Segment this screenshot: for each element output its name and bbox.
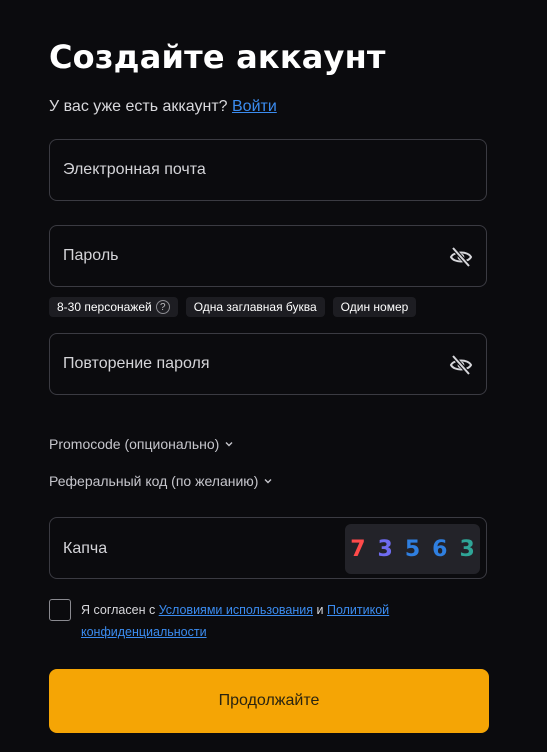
password-field-box [49, 225, 487, 287]
have-account-text: У вас уже есть аккаунт? [49, 98, 228, 115]
hint-number: Один номер [332, 297, 417, 317]
page-title: Создайте аккаунт [49, 38, 386, 76]
referral-toggle[interactable]: Реферальный код (по желанию) [49, 473, 272, 489]
chevron-down-icon [264, 479, 272, 484]
captcha-field-box[interactable]: Капча 7 3 5 6 3 [49, 517, 487, 579]
captcha-input[interactable]: Капча [63, 540, 107, 558]
captcha-digit: 3 [459, 536, 475, 562]
email-field-box [49, 139, 487, 201]
eye-off-icon[interactable] [449, 354, 473, 376]
eye-off-icon[interactable] [449, 246, 473, 268]
password-repeat-field[interactable] [50, 334, 486, 394]
password-requirements: 8-30 персонажей ? Одна заглавная буква О… [49, 297, 417, 317]
terms-link[interactable]: Условиями использования [159, 603, 313, 617]
help-icon[interactable]: ? [155, 300, 170, 314]
captcha-digit: 5 [404, 536, 421, 562]
password-repeat-field-box [49, 333, 487, 395]
password-field[interactable] [50, 226, 486, 286]
hint-uppercase: Одна заглавная буква [185, 297, 325, 317]
agree-checkbox[interactable] [49, 599, 71, 621]
captcha-digit: 6 [432, 536, 448, 562]
continue-button[interactable]: Продолжайте [49, 669, 489, 733]
agreement-text: Я согласен с Условиями использования и П… [81, 603, 390, 639]
hint-length: 8-30 персонажей ? [49, 297, 178, 317]
captcha-image: 7 3 5 6 3 [345, 524, 480, 574]
chevron-down-icon [225, 442, 233, 447]
login-link[interactable]: Войти [232, 98, 277, 115]
promocode-toggle[interactable]: Promocode (опционально) [49, 436, 233, 452]
email-field[interactable] [50, 140, 486, 200]
login-prompt: У вас уже есть аккаунт? Войти [49, 98, 277, 116]
captcha-digit: 7 [350, 536, 366, 562]
captcha-digit: 3 [377, 536, 393, 562]
